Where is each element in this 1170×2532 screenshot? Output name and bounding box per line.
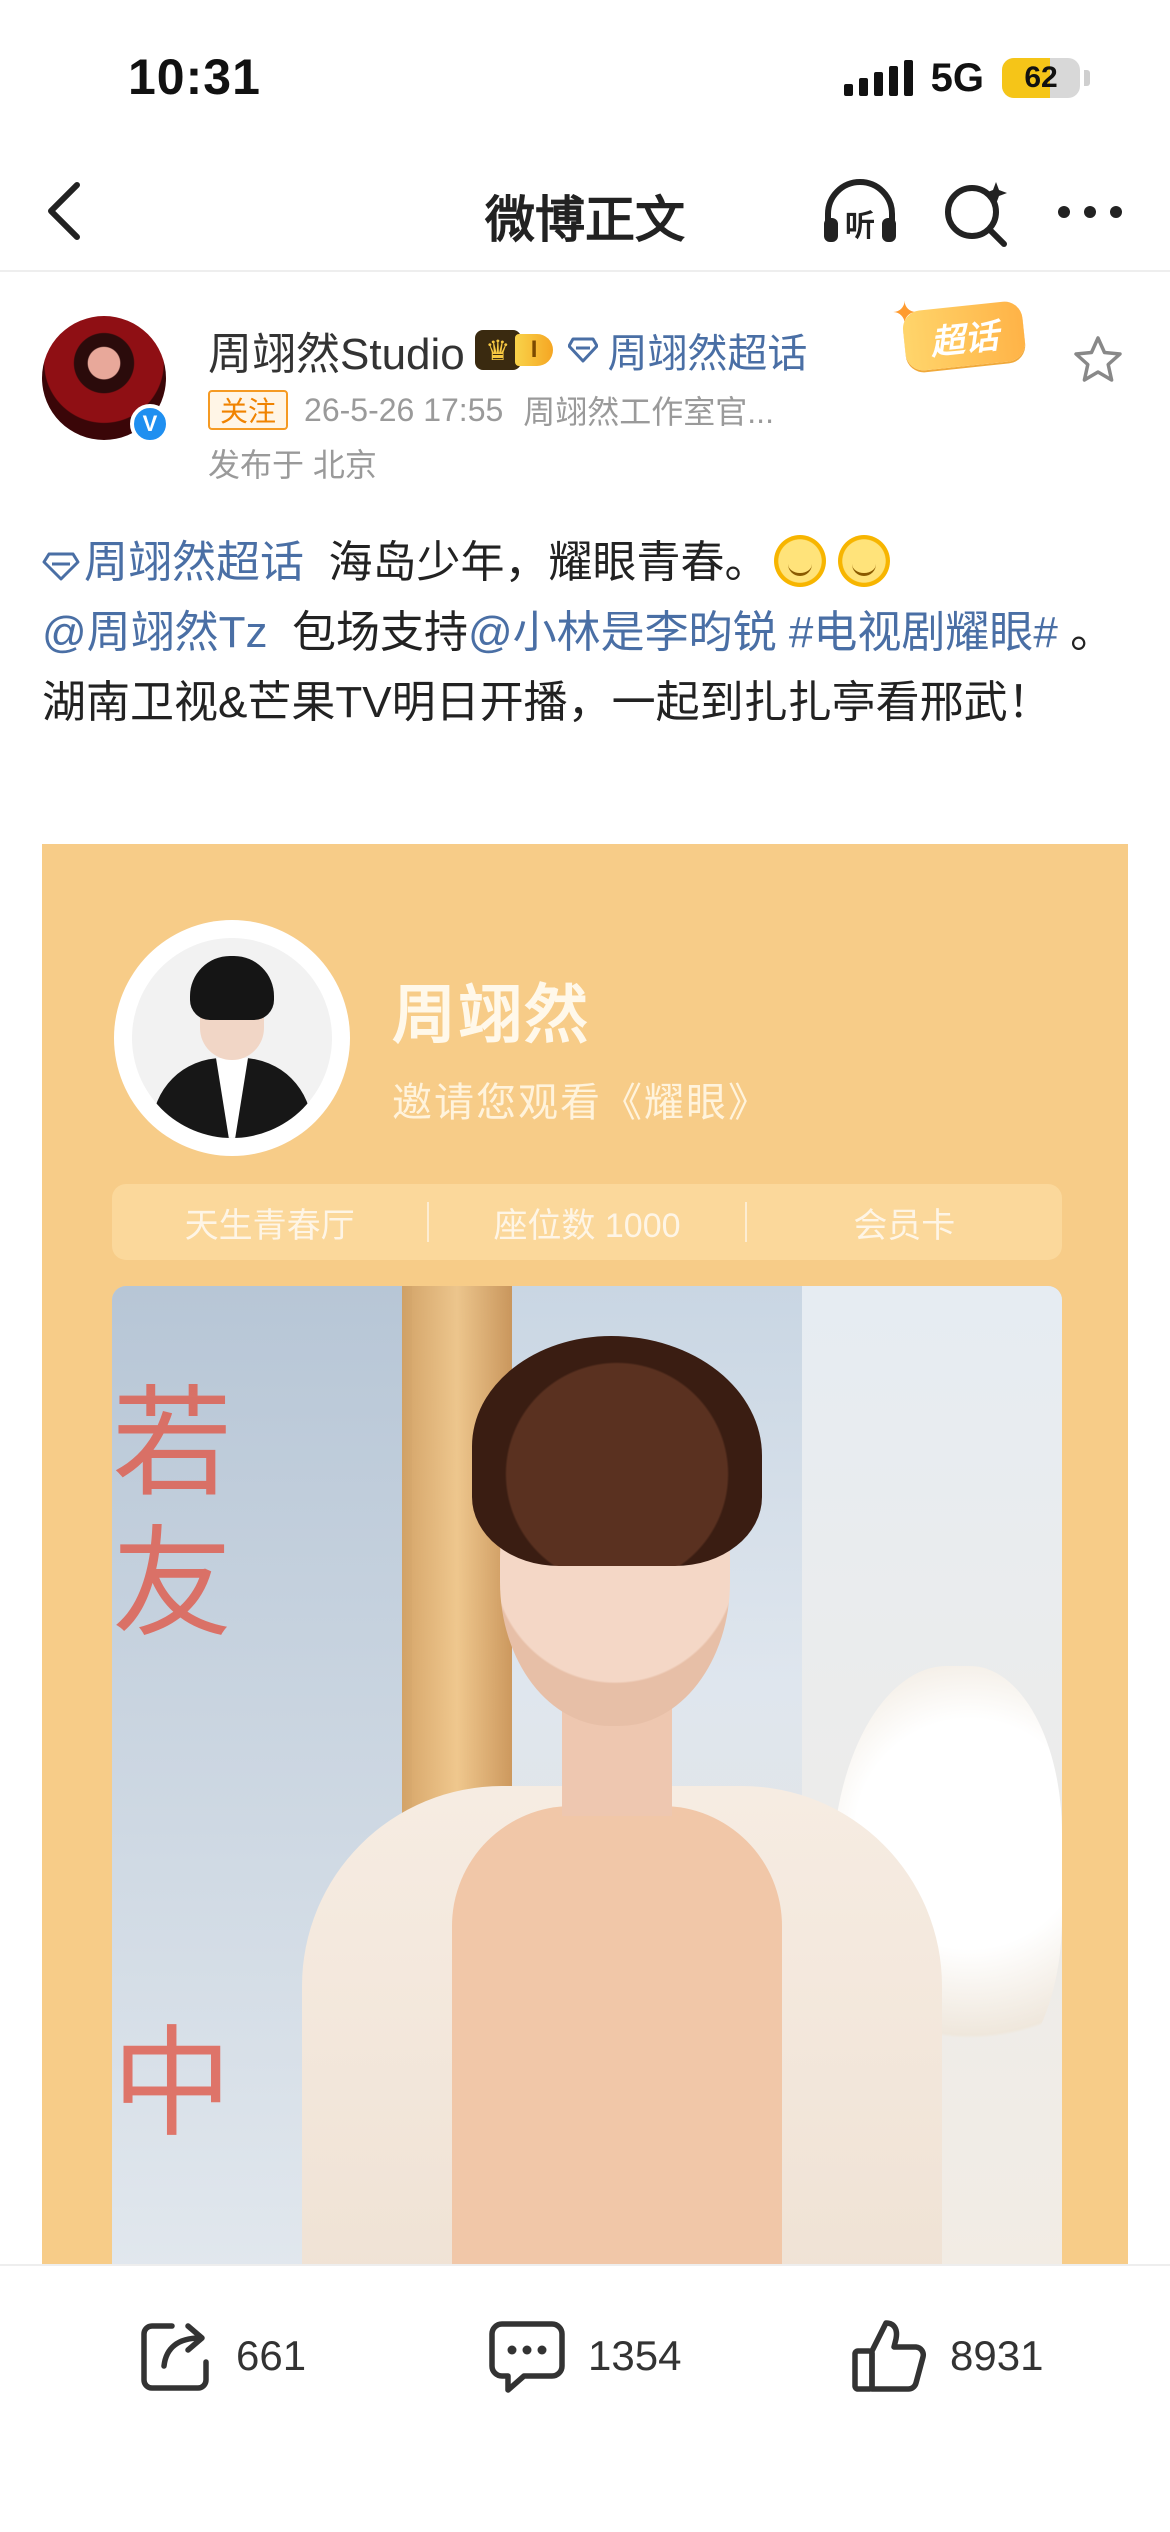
comment-count: 1354 (588, 2332, 682, 2379)
level-badge: I (514, 334, 554, 366)
crown-icon: ♛ (474, 330, 521, 370)
like-button[interactable]: 8931 (850, 2306, 1043, 2406)
signal-icon (843, 60, 913, 96)
author-row: 周翊然Studio ♛ I 周翊然超话 (208, 320, 807, 380)
verified-icon: V (130, 404, 170, 444)
supertopic-link[interactable]: 周翊然超话 (567, 321, 807, 379)
thumbs-up-icon (852, 2320, 926, 2392)
sun-emoji-icon (838, 535, 891, 587)
action-toolbar: 661 1354 8931 (0, 2264, 1170, 2532)
actor-photo: 若 友 中 (112, 1286, 1062, 2264)
battery-level: 62 (1024, 61, 1058, 94)
post-location: 发布于 北京 (208, 447, 377, 483)
diamond-icon (567, 335, 599, 365)
mention-link[interactable]: @小林是李昀锐 (468, 608, 777, 657)
battery-cap (1084, 70, 1090, 86)
share-icon (141, 2323, 209, 2391)
topic-link[interactable]: 周翊然超话 (42, 538, 304, 587)
share-count: 661 (236, 2332, 307, 2379)
author-name[interactable]: 周翊然Studio (208, 318, 465, 382)
diamond-icon (42, 552, 80, 581)
ticket-seat: 座位数 1000 (493, 1206, 681, 1245)
more-icon (1058, 206, 1122, 218)
card-invite: 邀请您观看《耀眼》 (392, 1081, 770, 1125)
post-text-support: 包场支持 (292, 608, 468, 657)
favorite-button[interactable] (1070, 332, 1126, 388)
supertopic-label: 周翊然超话 (607, 332, 808, 376)
follow-tag: 关注 (208, 390, 289, 430)
more-button[interactable] (1050, 172, 1130, 252)
comment-button[interactable]: 1354 (488, 2306, 681, 2406)
network-label: 5G (930, 55, 984, 100)
share-button[interactable]: 661 (138, 2306, 306, 2406)
post-meta: 关注 26-5-26 17:55 周翊然工作室官... (208, 388, 774, 432)
post-body: 周翊然超话 海岛少年，耀眼青春。 @周翊然Tz 包场支持@小林是李昀锐 #电视剧… (42, 528, 1132, 738)
sun-emoji-icon (774, 535, 827, 587)
card-name: 周翊然 (392, 979, 590, 1051)
star-icon (1074, 336, 1122, 382)
hashtag-link[interactable]: #电视剧耀眼# (789, 608, 1058, 657)
post-image[interactable]: 周翊然 邀请您观看《耀眼》 天生青春厅 座位数 1000 会员卡 若 友 中 (42, 844, 1128, 2264)
card-avatar (114, 920, 350, 1156)
ticket-member: 会员卡 (853, 1206, 956, 1245)
headphones-icon: 听 (824, 179, 896, 244)
post-timestamp: 26-5-26 17:55 (304, 391, 504, 428)
post-text-line1: 海岛少年，耀眼青春。 (328, 538, 769, 587)
status-bar: 10:31 5G 62 (0, 0, 1170, 150)
ticket-hall: 天生青春厅 (184, 1206, 355, 1245)
topic-link-label: 周翊然超话 (84, 538, 304, 587)
post-source[interactable]: 周翊然工作室官... (523, 387, 774, 433)
listen-button[interactable]: 听 (820, 172, 900, 252)
super-topic-badge[interactable]: 超话 (901, 299, 1027, 373)
ticket-bar: 天生青春厅 座位数 1000 会员卡 (112, 1184, 1062, 1260)
nav-bar: 微博正文 听 (0, 150, 1170, 272)
status-time: 10:31 (128, 49, 261, 105)
like-count: 8931 (950, 2332, 1044, 2379)
mention-link[interactable]: @周翊然Tz (42, 608, 268, 657)
battery-icon: 62 (1002, 58, 1080, 98)
member-badge[interactable]: ♛ I (474, 330, 554, 370)
comment-icon (489, 2321, 565, 2393)
listen-label: 听 (845, 209, 875, 244)
search-sparkle-icon (945, 182, 1007, 247)
status-indicators: 5G 62 (843, 52, 1090, 104)
search-button[interactable] (936, 172, 1016, 252)
